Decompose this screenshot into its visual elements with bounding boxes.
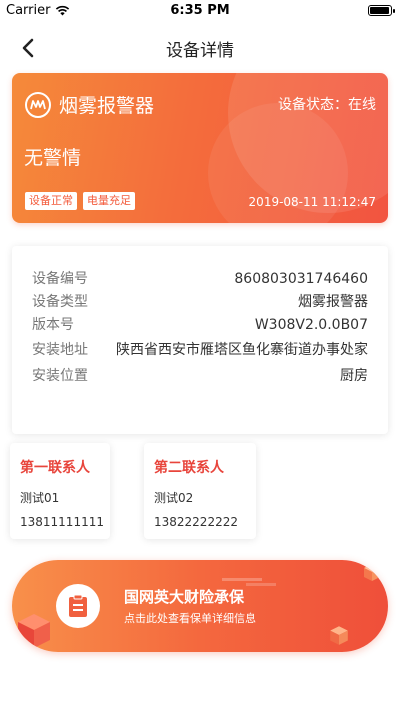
decorative-cube-icon — [330, 626, 348, 645]
insurance-banner-button[interactable]: 国网英大财险承保 点击此处查看保单详细信息 — [12, 560, 388, 652]
info-value: 陕西省西安市雁塔区鱼化寨街道办事处家 — [116, 342, 368, 358]
device-online-status: 设备状态：在线 — [278, 97, 376, 113]
contact-phone: 13811111111 — [20, 515, 104, 529]
info-label: 安装地址 — [32, 341, 88, 358]
contact-title: 第一联系人 — [20, 460, 90, 476]
info-label: 设备类型 — [32, 294, 88, 310]
contact-phone: 13822222222 — [154, 515, 238, 529]
status-tags: 设备正常 电量充足 — [25, 192, 135, 210]
info-value: W308V2.0.0B07 — [254, 317, 368, 333]
nav-bar: 设备详情 — [0, 22, 400, 70]
status-time: 6:35 PM — [170, 3, 230, 18]
contact-card-primary[interactable]: 第一联系人 测试01 13811111111 — [10, 443, 110, 539]
clipboard-icon — [69, 594, 87, 617]
info-row-device-type: 设备类型 烟雾报警器 — [32, 291, 368, 314]
info-row-address: 安装地址 陕西省西安市雁塔区鱼化寨街道办事处家 — [32, 338, 368, 362]
info-row-location: 安装位置 厨房 — [32, 365, 368, 388]
policy-icon-circle — [56, 584, 100, 628]
decorative-cube-icon — [18, 614, 50, 648]
banner-title: 国网英大财险承保 — [124, 588, 245, 606]
banner-subtitle: 点击此处查看保单详细信息 — [124, 612, 256, 625]
info-label: 版本号 — [32, 317, 74, 333]
battery-fill — [370, 7, 389, 14]
contact-name: 测试02 — [154, 491, 194, 505]
info-label: 安装位置 — [32, 368, 88, 384]
contact-card-secondary[interactable]: 第二联系人 测试02 13822222222 — [144, 443, 256, 539]
contact-title: 第二联系人 — [154, 460, 224, 476]
decorative-cube-icon — [364, 564, 380, 581]
alarm-status: 无警情 — [24, 147, 82, 169]
info-value: 860803031746460 — [234, 271, 368, 287]
device-name: 烟雾报警器 — [59, 95, 155, 117]
status-badge: 设备正常 — [25, 192, 77, 210]
last-update-timestamp: 2019-08-11 11:12:47 — [248, 195, 376, 209]
info-row-device-id: 设备编号 860803031746460 — [32, 268, 368, 291]
info-label: 设备编号 — [32, 271, 88, 287]
battery-badge: 电量充足 — [83, 192, 135, 210]
device-info-card: 设备编号 860803031746460 设备类型 烟雾报警器 版本号 W308… — [12, 246, 388, 434]
info-row-version: 版本号 W308V2.0.0B07 — [32, 314, 368, 337]
brand-logo-icon — [25, 92, 51, 118]
info-value: 烟雾报警器 — [298, 294, 368, 310]
status-bar: Carrier 6:35 PM — [0, 0, 400, 22]
battery-icon — [368, 5, 395, 16]
info-value: 厨房 — [340, 368, 368, 384]
contact-name: 测试01 — [20, 491, 60, 505]
device-status-card: 烟雾报警器 设备状态：在线 无警情 设备正常 电量充足 2019-08-11 1… — [12, 73, 388, 223]
page-title: 设备详情 — [166, 41, 234, 61]
